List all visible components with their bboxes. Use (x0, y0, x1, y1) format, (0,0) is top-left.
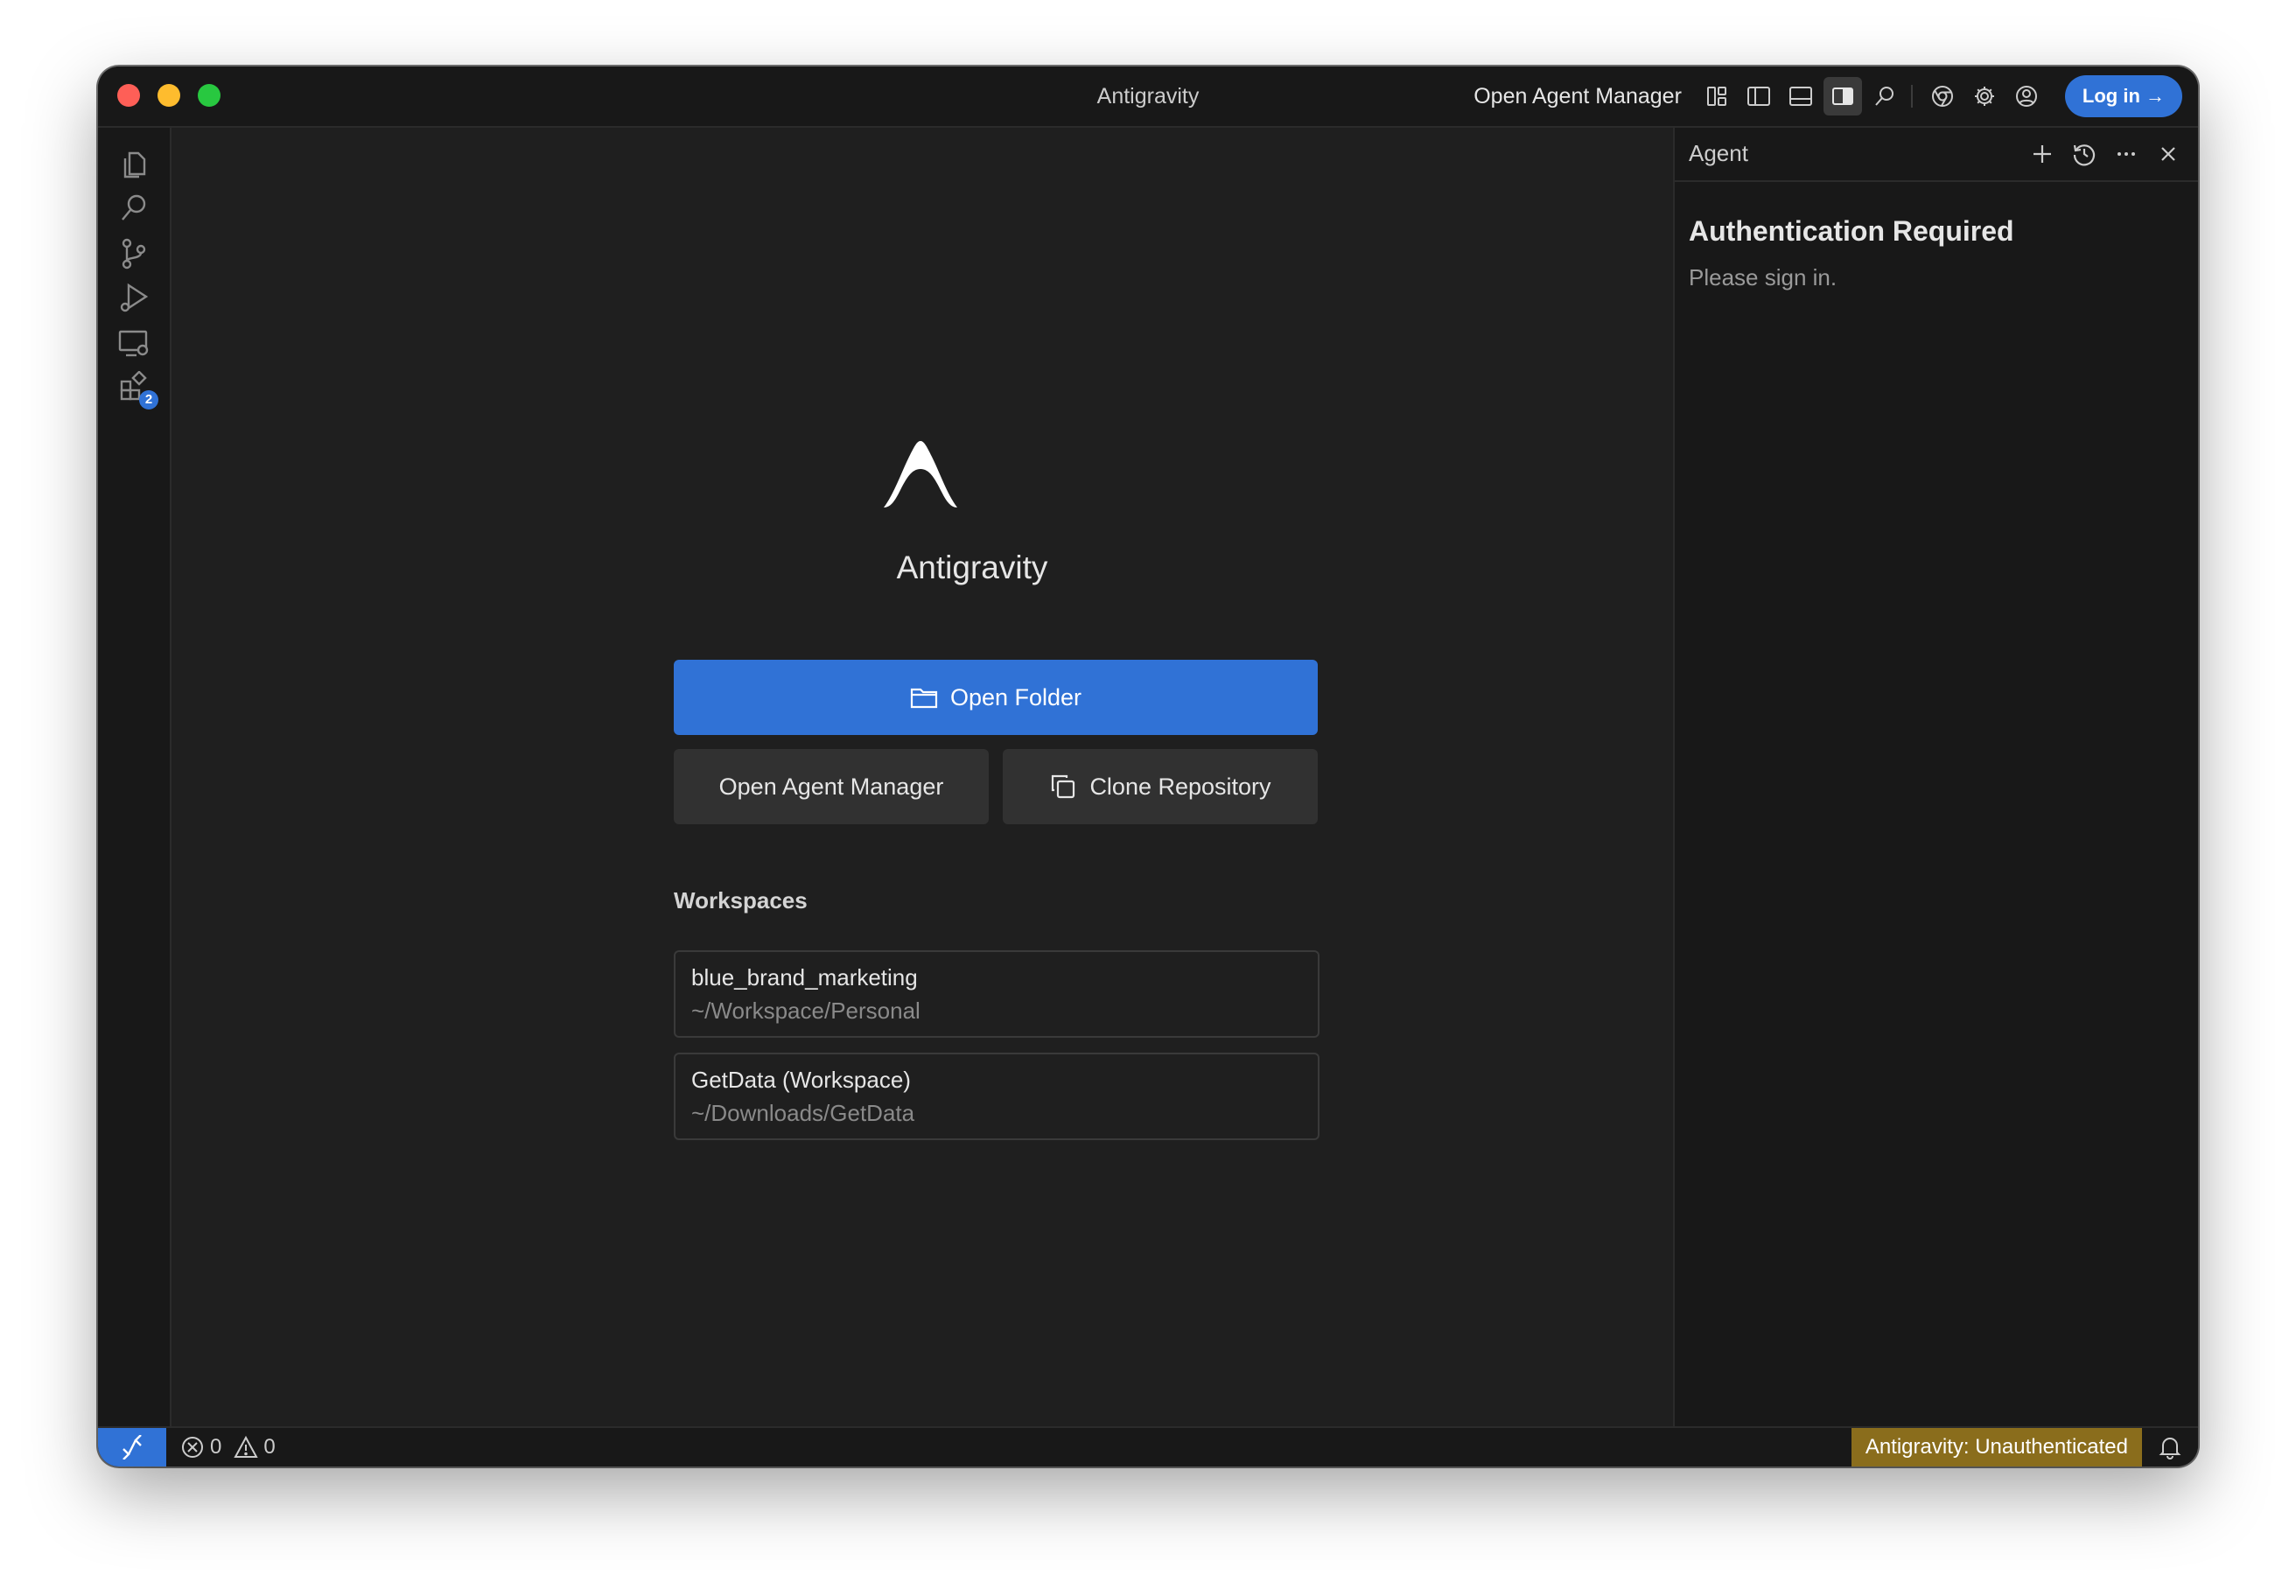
customize-layout-icon[interactable] (1698, 77, 1736, 116)
title-bar: Antigravity Open Agent Manager Log in → (98, 66, 2198, 128)
gear-icon[interactable] (1965, 77, 2004, 116)
remote-explorer-icon[interactable] (116, 326, 151, 360)
open-folder-button[interactable]: Open Folder (674, 660, 1318, 735)
toggle-primary-sidebar-icon[interactable] (1740, 77, 1778, 116)
title-bar-actions: Open Agent Manager Log in → (1474, 75, 2182, 117)
editor-area: Antigravity Open Folder Open Agent Manag… (172, 128, 1773, 1428)
source-control-icon[interactable] (116, 236, 151, 271)
auth-status-item[interactable]: Antigravity: Unauthenticated (1851, 1428, 2142, 1466)
workspace-path: ~/Workspace/Personal (691, 998, 920, 1024)
app-window: Antigravity Open Agent Manager Log in → … (98, 66, 2198, 1466)
extensions-icon[interactable]: 2 (116, 369, 158, 410)
account-icon[interactable] (2007, 77, 2046, 116)
history-icon[interactable] (2067, 136, 2102, 172)
title-bar-divider (1910, 85, 1913, 108)
login-button[interactable]: Log in → (2064, 75, 2182, 117)
toggle-panel-icon[interactable] (1782, 77, 1820, 116)
search-icon[interactable] (1866, 77, 1904, 116)
clone-repository-button[interactable]: Clone Repository (1003, 749, 1318, 824)
close-window-button[interactable] (117, 84, 140, 107)
explorer-icon[interactable] (116, 147, 151, 182)
agent-title: Agent (1689, 140, 1748, 166)
open-agent-manager-label: Open Agent Manager (718, 773, 944, 800)
agent-panel: Agent Authentication Required Please sig… (1673, 128, 2198, 1428)
warning-icon (234, 1435, 259, 1458)
minimize-window-button[interactable] (158, 84, 180, 107)
status-bar: 0 0 Antigravity: Unauthenticated (98, 1426, 2198, 1466)
close-icon[interactable] (2151, 136, 2186, 172)
auth-title: Authentication Required (1689, 215, 2014, 247)
zoom-window-button[interactable] (198, 84, 220, 107)
clone-repository-label: Clone Repository (1089, 773, 1271, 800)
search-icon[interactable] (116, 191, 151, 226)
auth-text: Please sign in. (1689, 264, 1838, 290)
open-agent-manager-button[interactable]: Open Agent Manager (674, 749, 989, 824)
agent-header: Agent (1675, 128, 2198, 182)
problems-indicator[interactable]: 0 0 (180, 1428, 288, 1466)
agent-actions (2018, 136, 2186, 172)
open-agent-manager-link[interactable]: Open Agent Manager (1474, 84, 1682, 109)
copy-icon (1049, 773, 1077, 801)
warning-count: 0 (263, 1435, 276, 1459)
open-folder-label: Open Folder (949, 683, 1082, 710)
workspace-name: GetData (Workspace) (691, 1067, 911, 1093)
plus-icon[interactable] (2025, 136, 2060, 172)
workspace-name: blue_brand_marketing (691, 964, 918, 990)
extensions-badge: 2 (139, 390, 158, 410)
run-debug-icon[interactable] (116, 280, 151, 315)
workspace-item[interactable]: GetData (Workspace) ~/Downloads/GetData (674, 1053, 1320, 1140)
activity-bar: 2 (98, 128, 172, 1428)
chrome-icon[interactable] (1923, 77, 1962, 116)
remote-icon[interactable] (98, 1428, 166, 1466)
error-count: 0 (210, 1435, 222, 1459)
workspace-item[interactable]: blue_brand_marketing ~/Workspace/Persona… (674, 950, 1320, 1038)
workspace-path: ~/Downloads/GetData (691, 1100, 915, 1126)
bell-icon[interactable] (2154, 1432, 2186, 1463)
workspaces-heading: Workspaces (674, 887, 808, 914)
app-name: Antigravity (896, 550, 1048, 585)
folder-icon (910, 685, 938, 710)
antigravity-logo (884, 441, 957, 508)
error-icon (182, 1437, 203, 1458)
ellipsis-icon[interactable] (2109, 136, 2144, 172)
toggle-secondary-sidebar-icon[interactable] (1823, 77, 1862, 116)
